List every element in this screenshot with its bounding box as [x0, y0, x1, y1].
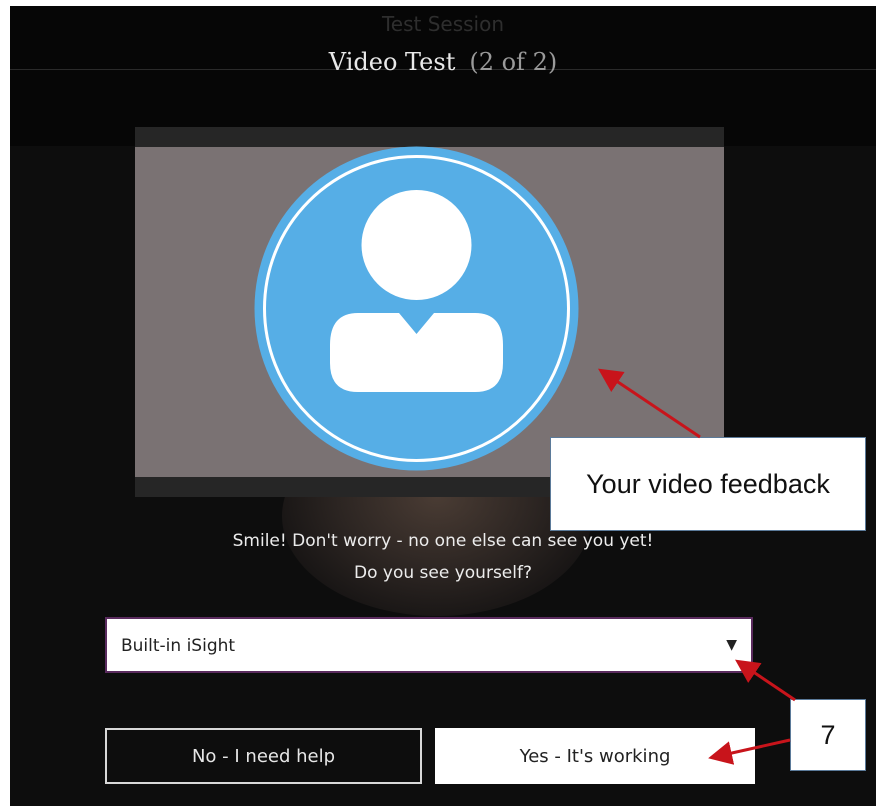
camera-select[interactable]: Built-in iSight ▼ — [105, 617, 753, 673]
video-feedback-callout: Your video feedback — [550, 437, 866, 531]
video-test-heading: Video Test — [328, 48, 456, 76]
video-test-title: Video Test (2 of 2) — [10, 48, 876, 76]
step-indicator: (2 of 2) — [469, 48, 558, 76]
step-number-callout: 7 — [790, 699, 866, 771]
see-yourself-question: Do you see yourself? — [354, 563, 532, 583]
triangle-down-icon: ▼ — [726, 637, 737, 653]
user-avatar-icon — [254, 146, 579, 471]
its-working-button[interactable]: Yes - It's working — [435, 728, 755, 784]
session-title: Test Session — [381, 12, 505, 36]
need-help-button[interactable]: No - I need help — [105, 728, 422, 784]
camera-select-value: Built-in iSight — [121, 636, 236, 656]
avatar-head — [361, 190, 472, 300]
header-band: Test Session Video Test (2 of 2) — [10, 6, 876, 146]
smile-message: Smile! Don't worry - no one else can see… — [232, 531, 654, 551]
